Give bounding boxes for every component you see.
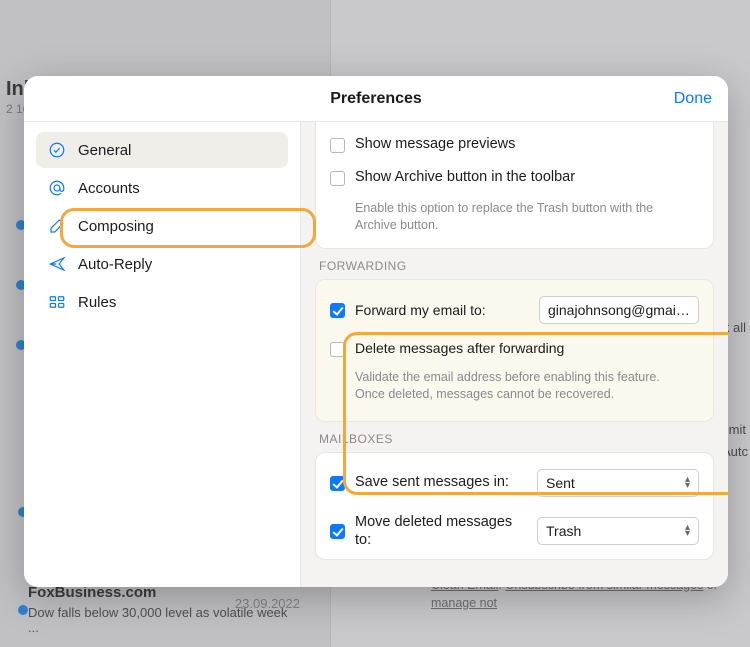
modal-title: Preferences — [330, 90, 422, 108]
compose-icon — [48, 217, 66, 235]
option-label: Save sent messages in: — [355, 473, 509, 491]
option-row-move-deleted: Move deleted messages to: Trash ▴▾ — [330, 505, 699, 557]
sidebar-item-label: Rules — [78, 294, 116, 311]
option-label: Show message previews — [355, 136, 515, 152]
sidebar-item-accounts[interactable]: Accounts — [36, 170, 288, 206]
modal-header: Preferences Done — [24, 76, 728, 122]
show-message-previews-checkbox[interactable] — [330, 138, 345, 153]
forwarding-card: Forward my email to: Delete messages aft… — [315, 279, 714, 422]
mailboxes-card: Save sent messages in: Sent ▴▾ Move dele… — [315, 452, 714, 560]
select-value: Sent — [546, 475, 575, 491]
option-row-message-previews: Show message previews — [330, 126, 699, 155]
option-row-save-sent: Save sent messages in: Sent ▴▾ — [330, 461, 699, 505]
option-label: Move deleted messages to: — [355, 513, 515, 549]
save-sent-checkbox[interactable] — [330, 476, 345, 491]
section-label-forwarding: FORWARDING — [319, 259, 710, 273]
sidebar-item-autoreply[interactable]: Auto-Reply — [36, 246, 288, 282]
stepper-icon: ▴▾ — [685, 525, 690, 537]
airplane-icon — [48, 255, 66, 273]
checkmark-circle-icon — [48, 141, 66, 159]
option-row-forward-email: Forward my email to: — [330, 290, 699, 328]
general-card: servers. Show message previews Show Arch… — [315, 122, 714, 249]
rules-icon — [48, 293, 66, 311]
at-icon — [48, 179, 66, 197]
option-label: Delete messages after forwarding — [355, 340, 564, 356]
move-deleted-select[interactable]: Trash ▴▾ — [537, 517, 699, 545]
sidebar-item-label: Composing — [78, 218, 154, 235]
preferences-sidebar: General Accounts Composing Auto-Reply — [24, 122, 301, 587]
preferences-modal: Preferences Done General Accounts — [24, 76, 728, 587]
sidebar-item-rules[interactable]: Rules — [36, 284, 288, 320]
move-deleted-checkbox[interactable] — [330, 524, 345, 539]
forward-email-input[interactable] — [539, 296, 699, 324]
delete-after-forwarding-checkbox[interactable] — [330, 342, 345, 357]
forward-email-checkbox[interactable] — [330, 303, 345, 318]
sidebar-item-composing[interactable]: Composing — [36, 208, 288, 244]
sidebar-item-general[interactable]: General — [36, 132, 288, 168]
select-value: Trash — [546, 523, 581, 539]
sidebar-item-label: Auto-Reply — [78, 256, 152, 273]
sidebar-item-label: Accounts — [78, 180, 140, 197]
stepper-icon: ▴▾ — [685, 477, 690, 489]
option-label: Show Archive button in the toolbar — [355, 169, 575, 185]
section-label-mailboxes: MAILBOXES — [319, 432, 710, 446]
preferences-content: servers. Show message previews Show Arch… — [301, 122, 728, 587]
option-label: Forward my email to: — [355, 302, 486, 318]
option-hint: Enable this option to replace the Trash … — [355, 200, 685, 234]
done-button[interactable]: Done — [674, 76, 712, 121]
option-hint: Validate the email address before enabli… — [355, 369, 665, 403]
save-sent-select[interactable]: Sent ▴▾ — [537, 469, 699, 497]
show-archive-button-checkbox[interactable] — [330, 171, 345, 186]
sidebar-item-label: General — [78, 142, 131, 159]
